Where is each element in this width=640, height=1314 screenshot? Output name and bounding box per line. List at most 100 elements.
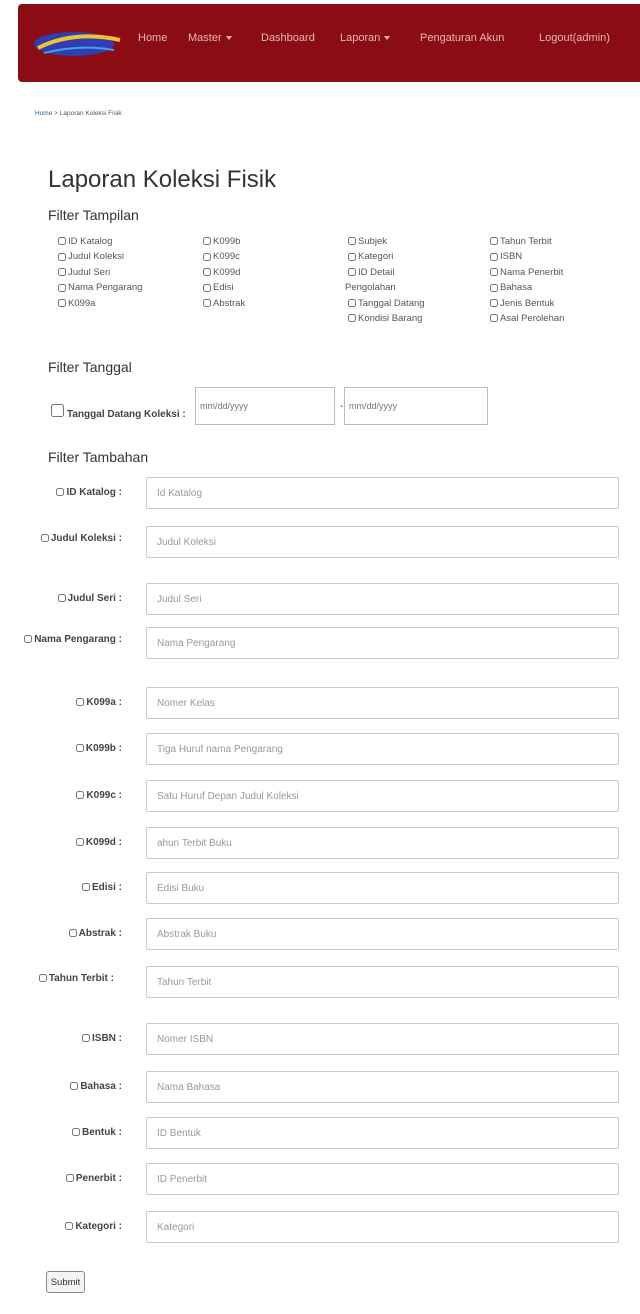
- field-label-12[interactable]: Bahasa :: [0, 1080, 122, 1094]
- tampilan-checkbox[interactable]: [348, 314, 356, 323]
- field-checkbox[interactable]: [82, 1034, 90, 1043]
- tampilan-checkbox[interactable]: [490, 314, 498, 323]
- tampilan-checkbox[interactable]: [203, 299, 211, 308]
- field-label-8[interactable]: Edisi :: [0, 881, 122, 895]
- tampilan-option-abstrak[interactable]: Abstrak: [203, 298, 245, 309]
- tampilan-option-judul-seri[interactable]: Judul Seri: [58, 267, 110, 278]
- field-label-7[interactable]: K099d :: [0, 836, 122, 850]
- field-label-9[interactable]: Abstrak :: [0, 927, 122, 941]
- app-logo[interactable]: [34, 26, 126, 60]
- field-label-1[interactable]: Judul Koleksi :: [0, 532, 122, 546]
- tampilan-checkbox[interactable]: [203, 268, 211, 277]
- field-label-0[interactable]: ID Katalog :: [0, 486, 122, 500]
- tampilan-checkbox[interactable]: [58, 252, 66, 261]
- tampilan-checkbox[interactable]: [58, 283, 66, 292]
- tampilan-option-judul-koleksi[interactable]: Judul Koleksi: [58, 251, 124, 262]
- field-checkbox[interactable]: [24, 635, 33, 644]
- field-label-15[interactable]: Kategori :: [0, 1220, 122, 1234]
- field-input-3[interactable]: [146, 627, 619, 659]
- field-label-14[interactable]: Penerbit :: [0, 1172, 122, 1186]
- field-label-10[interactable]: Tahun Terbit :: [0, 972, 114, 986]
- field-input-7[interactable]: [146, 827, 619, 859]
- date-to-input[interactable]: [344, 387, 488, 425]
- nav-laporan-dropdown[interactable]: Laporan: [340, 32, 391, 44]
- tampilan-option-kondisi-barang[interactable]: Kondisi Barang: [348, 313, 422, 324]
- tanggal-datang-checkbox[interactable]: [51, 404, 64, 417]
- nav-home[interactable]: Home: [138, 32, 167, 44]
- nav-logout[interactable]: Logout(admin): [539, 32, 610, 44]
- tampilan-option-kategori[interactable]: Kategori: [348, 251, 393, 262]
- field-label-11[interactable]: ISBN :: [0, 1032, 122, 1046]
- field-checkbox[interactable]: [56, 488, 65, 497]
- tampilan-option-isbn[interactable]: ISBN: [490, 251, 522, 262]
- field-label-13[interactable]: Bentuk :: [0, 1126, 122, 1140]
- field-input-11[interactable]: [146, 1023, 619, 1055]
- field-input-10[interactable]: [146, 966, 619, 998]
- tampilan-option-nama-penerbit[interactable]: Nama Penerbit: [490, 267, 563, 278]
- tampilan-option-asal-perolehan[interactable]: Asal Perolehan: [490, 313, 564, 324]
- tampilan-checkbox[interactable]: [58, 268, 66, 277]
- field-input-15[interactable]: [146, 1211, 619, 1243]
- tampilan-checkbox[interactable]: [203, 252, 211, 261]
- field-checkbox[interactable]: [68, 929, 77, 938]
- tampilan-checkbox[interactable]: [348, 268, 356, 277]
- field-checkbox[interactable]: [75, 838, 84, 847]
- field-input-0[interactable]: [146, 477, 619, 509]
- tampilan-option-jenis-bentuk[interactable]: Jenis Bentuk: [490, 298, 554, 309]
- field-input-6[interactable]: [146, 780, 619, 812]
- tampilan-checkbox[interactable]: [58, 237, 66, 246]
- field-label-5[interactable]: K099b :: [0, 742, 122, 756]
- nav-pengaturan-akun[interactable]: Pengaturan Akun: [420, 32, 504, 44]
- field-checkbox[interactable]: [57, 594, 66, 603]
- field-checkbox[interactable]: [76, 791, 85, 800]
- field-checkbox[interactable]: [65, 1222, 74, 1231]
- tampilan-option-id-katalog[interactable]: ID Katalog: [58, 236, 112, 247]
- tampilan-checkbox[interactable]: [203, 283, 211, 292]
- field-input-8[interactable]: [146, 872, 619, 904]
- tampilan-option-k099a[interactable]: K099a: [58, 298, 95, 309]
- tampilan-checkbox[interactable]: [490, 252, 498, 261]
- tampilan-option-subjek[interactable]: Subjek: [348, 236, 387, 247]
- tampilan-checkbox[interactable]: [58, 299, 66, 308]
- tampilan-checkbox[interactable]: [490, 283, 498, 292]
- field-checkbox[interactable]: [76, 698, 85, 707]
- nav-master-dropdown[interactable]: Master: [188, 32, 232, 44]
- field-checkbox[interactable]: [81, 883, 90, 892]
- tampilan-checkbox[interactable]: [490, 268, 498, 277]
- tampilan-checkbox[interactable]: [348, 252, 356, 261]
- field-input-5[interactable]: [146, 733, 619, 765]
- field-input-13[interactable]: [146, 1117, 619, 1149]
- field-input-12[interactable]: [146, 1071, 619, 1103]
- tanggal-datang-filter[interactable]: Tanggal Datang Koleksi :: [47, 401, 186, 420]
- field-checkbox[interactable]: [75, 744, 84, 753]
- tampilan-option-bahasa[interactable]: Bahasa: [490, 282, 532, 293]
- tampilan-option-tahun-terbit[interactable]: Tahun Terbit: [490, 236, 552, 247]
- tampilan-checkbox[interactable]: [348, 299, 356, 308]
- tampilan-option-k099d[interactable]: K099d: [203, 267, 240, 278]
- tampilan-checkbox[interactable]: [348, 237, 356, 246]
- field-label-3[interactable]: Nama Pengarang :: [0, 633, 122, 647]
- field-input-2[interactable]: [146, 583, 619, 615]
- nav-dashboard[interactable]: Dashboard: [261, 32, 315, 44]
- tampilan-option-pengolahan[interactable]: Pengolahan: [345, 282, 396, 293]
- field-checkbox[interactable]: [40, 534, 49, 543]
- field-checkbox[interactable]: [72, 1128, 80, 1137]
- field-checkbox[interactable]: [70, 1082, 79, 1091]
- tampilan-option-k099c[interactable]: K099c: [203, 251, 240, 262]
- field-label-2[interactable]: Judul Seri :: [0, 592, 122, 606]
- date-from-input[interactable]: [195, 387, 335, 425]
- tampilan-checkbox[interactable]: [490, 299, 498, 308]
- field-checkbox[interactable]: [38, 974, 47, 983]
- field-input-14[interactable]: [146, 1163, 619, 1195]
- field-input-9[interactable]: [146, 918, 619, 950]
- tampilan-option-edisi[interactable]: Edisi: [203, 282, 234, 293]
- field-input-4[interactable]: [146, 687, 619, 719]
- field-checkbox[interactable]: [65, 1174, 74, 1183]
- tampilan-option-id-detail[interactable]: ID Detail: [348, 267, 394, 278]
- tampilan-option-k099b[interactable]: K099b: [203, 236, 240, 247]
- field-label-6[interactable]: K099c :: [0, 789, 122, 803]
- tampilan-checkbox[interactable]: [203, 237, 211, 246]
- field-input-1[interactable]: [146, 526, 619, 558]
- submit-button[interactable]: Submit: [46, 1271, 85, 1293]
- tampilan-checkbox[interactable]: [490, 237, 498, 246]
